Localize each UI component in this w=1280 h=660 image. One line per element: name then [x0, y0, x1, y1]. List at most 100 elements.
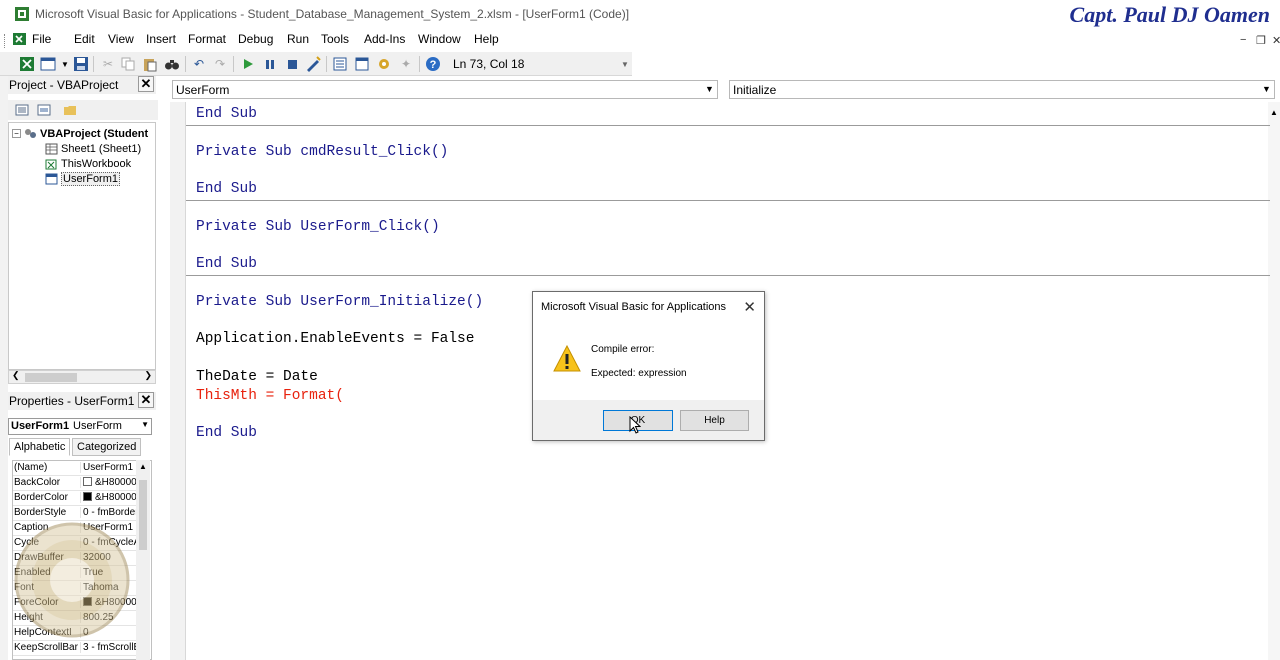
code-line-error[interactable]: ThisMth = Format( [196, 388, 344, 404]
tab-alphabetic[interactable]: Alphabetic [9, 438, 71, 456]
menu-help[interactable]: Help [474, 32, 499, 46]
code-line[interactable]: End Sub [196, 256, 257, 272]
mdi-close-icon[interactable]: ✕ [1272, 34, 1280, 47]
properties-vertical-scrollbar[interactable]: ▲ [136, 460, 150, 660]
property-value: 0 - fmBorder [80, 507, 137, 518]
toolbar-separator [93, 56, 94, 72]
project-pane-close-icon[interactable]: ✕ [138, 76, 154, 92]
tree-node-userform1[interactable]: UserForm1 [45, 171, 121, 186]
project-horizontal-scrollbar[interactable]: ❮ ❯ [8, 370, 156, 384]
copy-icon[interactable] [120, 56, 136, 72]
toggle-folders-icon[interactable] [62, 102, 78, 118]
menu-addins[interactable]: Add-Ins [364, 32, 405, 46]
chevron-down-icon[interactable]: ▼ [141, 420, 149, 429]
menu-format[interactable]: Format [188, 32, 226, 46]
insert-userform-icon[interactable] [40, 56, 56, 72]
tree-node-thisworkbook[interactable]: ThisWorkbook [45, 156, 131, 171]
menu-view-label: View [108, 32, 134, 46]
userform-icon [45, 173, 58, 184]
scroll-up-icon[interactable]: ▲ [139, 462, 147, 471]
code-vertical-scrollbar[interactable]: ▲ [1268, 102, 1280, 660]
toolbar-options-icon[interactable]: ▼ [617, 56, 633, 72]
project-tree: − VBAProject (Student Sheet1 (Sheet1) Th… [8, 122, 156, 370]
run-icon[interactable] [240, 56, 256, 72]
code-line[interactable]: TheDate = Date [196, 369, 318, 385]
vba-app-icon [15, 7, 29, 21]
toolbar-separator [185, 56, 186, 72]
scroll-left-icon[interactable]: ❮ [12, 370, 20, 381]
menu-run[interactable]: Run [287, 32, 309, 46]
code-line[interactable]: Private Sub UserForm_Click() [196, 219, 440, 235]
properties-window-icon[interactable] [354, 56, 370, 72]
code-line[interactable]: End Sub [196, 106, 257, 122]
menu-window[interactable]: Window [418, 32, 461, 46]
compile-error-dialog: Microsoft Visual Basic for Applications … [532, 291, 765, 441]
cut-icon[interactable]: ✂ [100, 56, 116, 72]
procedure-combo[interactable]: Initialize ▼ [729, 80, 1275, 99]
property-row[interactable]: (Name) UserForm1 [13, 461, 137, 476]
procedure-separator [186, 125, 1270, 126]
project-pane-title: Project - VBAProject [9, 78, 119, 92]
help-button[interactable]: Help [680, 410, 749, 431]
code-line[interactable]: End Sub [196, 425, 257, 441]
title-bar: Microsoft Visual Basic for Applications … [0, 0, 1280, 28]
properties-tabs: Alphabetic Categorized [8, 437, 156, 457]
menu-edit[interactable]: Edit [74, 32, 95, 46]
menu-file[interactable]: File [12, 32, 51, 46]
project-explorer-icon[interactable] [332, 56, 348, 72]
property-row[interactable]: BackColor &H80000 [13, 476, 137, 491]
property-name: BorderStyle [14, 507, 67, 518]
property-row[interactable]: KeepScrollBar 3 - fmScrollB [13, 641, 137, 656]
toolbox-icon[interactable]: ✦ [398, 56, 414, 72]
insert-dropdown-icon[interactable]: ▼ [57, 56, 73, 72]
code-margin[interactable] [170, 102, 186, 660]
scroll-up-icon[interactable]: ▲ [1270, 108, 1278, 117]
menu-insert[interactable]: Insert [146, 32, 176, 46]
tab-categorized[interactable]: Categorized [72, 438, 142, 456]
menu-tools[interactable]: Tools [321, 32, 349, 46]
scroll-thumb[interactable] [25, 373, 77, 382]
break-icon[interactable] [262, 56, 278, 72]
code-line[interactable]: Private Sub UserForm_Initialize() [196, 294, 483, 310]
property-row[interactable]: BorderColor &H80000 [13, 491, 137, 506]
workbook-icon [45, 159, 57, 169]
property-name: BorderColor [14, 492, 68, 503]
scroll-right-icon[interactable]: ❯ [144, 370, 152, 381]
design-mode-icon[interactable] [305, 56, 321, 72]
object-browser-icon[interactable] [376, 56, 392, 72]
paste-icon[interactable] [142, 56, 158, 72]
save-icon[interactable] [73, 56, 89, 72]
code-line[interactable]: Private Sub cmdResult_Click() [196, 144, 448, 160]
view-code-icon[interactable] [14, 102, 30, 118]
menu-view[interactable]: View [108, 32, 134, 46]
reset-icon[interactable] [284, 56, 300, 72]
property-value-cell: &H80000 [80, 492, 137, 503]
view-excel-icon[interactable] [19, 56, 35, 72]
scroll-thumb[interactable] [139, 480, 147, 550]
help-icon[interactable]: ? [425, 56, 441, 72]
mdi-restore-icon[interactable]: ❐ [1256, 34, 1266, 47]
mouse-cursor-icon [629, 416, 641, 434]
dialog-message: Expected: expression [591, 368, 687, 379]
dialog-heading: Compile error: [591, 344, 655, 355]
tree-node-vbaproject[interactable]: − VBAProject (Student [12, 126, 148, 141]
find-icon[interactable] [164, 56, 180, 72]
property-row[interactable]: BorderStyle 0 - fmBorder [13, 506, 137, 521]
tree-collapse-icon[interactable]: − [12, 129, 21, 138]
view-object-icon[interactable] [36, 102, 52, 118]
menu-addins-label: Add-Ins [364, 32, 406, 46]
properties-pane-close-icon[interactable]: ✕ [138, 392, 154, 408]
dialog-close-icon[interactable]: ✕ [743, 298, 756, 316]
tree-node-sheet1[interactable]: Sheet1 (Sheet1) [45, 141, 141, 156]
object-combo[interactable]: UserForm ▼ [172, 80, 718, 99]
redo-icon[interactable]: ↷ [212, 56, 228, 72]
code-line[interactable]: End Sub [196, 181, 257, 197]
undo-icon[interactable]: ↶ [191, 56, 207, 72]
chevron-down-icon[interactable]: ▼ [702, 81, 717, 98]
chevron-down-icon[interactable]: ▼ [1259, 81, 1274, 98]
tree-label: VBAProject (Student [40, 127, 149, 140]
code-line[interactable]: Application.EnableEvents = False [196, 331, 474, 347]
object-selector[interactable]: UserForm1 UserForm ▼ [8, 418, 152, 435]
mdi-minimize-icon[interactable]: − [1240, 34, 1246, 46]
menu-debug[interactable]: Debug [238, 32, 273, 46]
